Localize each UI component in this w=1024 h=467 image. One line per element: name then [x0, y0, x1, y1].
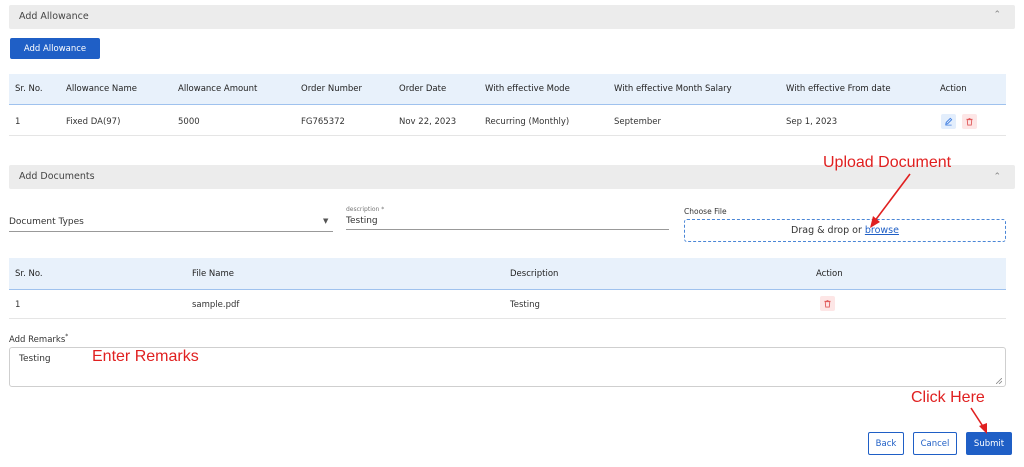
column-header: Action — [816, 268, 843, 279]
allowance-table-header: Sr. No. Allowance Name Allowance Amount … — [9, 74, 1006, 105]
documents-section-title: Add Documents — [19, 171, 95, 182]
allowance-name-cell: Fixed DA(97) — [66, 116, 121, 127]
add-allowance-button[interactable]: Add Allowance — [10, 38, 100, 59]
description-cell: Testing — [510, 299, 540, 310]
column-header: Action — [940, 84, 967, 94]
table-row: 1 sample.pdf Testing — [9, 291, 1006, 319]
remarks-value: Testing — [19, 354, 51, 364]
enter-remarks-annotation: Enter Remarks — [92, 348, 199, 365]
file-dropzone[interactable]: Drag & drop or browse — [684, 219, 1006, 242]
delete-icon[interactable] — [820, 296, 835, 311]
file-name-cell: sample.pdf — [192, 299, 240, 310]
table-row: 1 Fixed DA(97) 5000 FG765372 Nov 22, 202… — [9, 108, 1006, 136]
dropzone-text: Drag & drop or — [791, 225, 862, 236]
arrow-icon — [970, 407, 987, 434]
column-header: Allowance Name — [66, 84, 137, 94]
documents-table-header: Sr. No. File Name Description Action — [9, 258, 1006, 290]
choose-file-label: Choose File — [684, 207, 727, 216]
column-header: Sr. No. — [15, 84, 43, 94]
back-button[interactable]: Back — [868, 432, 904, 455]
upload-document-annotation: Upload Document — [823, 154, 952, 171]
description-label: description * — [346, 206, 385, 213]
column-header: With effective Month Salary — [614, 84, 732, 94]
sr-no-cell: 1 — [15, 116, 21, 127]
delete-icon[interactable] — [962, 114, 977, 129]
column-header: Sr. No. — [15, 268, 43, 279]
allowance-amount-cell: 5000 — [178, 116, 200, 127]
remarks-label: Add Remarks* — [9, 333, 69, 345]
click-here-annotation: Click Here — [911, 389, 985, 406]
order-date-cell: Nov 22, 2023 — [399, 116, 457, 127]
effective-month-cell: September — [614, 116, 661, 127]
chevron-up-icon[interactable]: ⌃ — [993, 10, 1001, 20]
column-header: Allowance Amount — [178, 84, 258, 94]
edit-icon[interactable] — [941, 114, 956, 129]
description-input[interactable]: Testing — [346, 216, 378, 226]
sr-no-cell: 1 — [15, 299, 21, 310]
column-header: Order Date — [399, 84, 447, 94]
cancel-button[interactable]: Cancel — [913, 432, 957, 455]
document-types-placeholder: Document Types — [9, 217, 84, 227]
column-header: With effective Mode — [485, 84, 570, 94]
column-header: With effective From date — [786, 84, 891, 94]
dropdown-arrow-icon[interactable]: ▼ — [323, 217, 328, 225]
column-header: Order Number — [301, 84, 363, 94]
arrow-icon — [870, 173, 911, 228]
effective-from-date-cell: Sep 1, 2023 — [786, 116, 838, 127]
column-header: Description — [510, 268, 559, 279]
allowance-section-header[interactable]: Add Allowance ⌃ — [9, 5, 1015, 29]
chevron-up-icon[interactable]: ⌃ — [993, 172, 1001, 182]
resize-handle-icon[interactable] — [996, 378, 1002, 384]
allowance-section-title: Add Allowance — [19, 11, 89, 22]
column-header: File Name — [192, 268, 235, 279]
order-number-cell: FG765372 — [301, 116, 345, 127]
effective-mode-cell: Recurring (Monthly) — [485, 116, 570, 127]
